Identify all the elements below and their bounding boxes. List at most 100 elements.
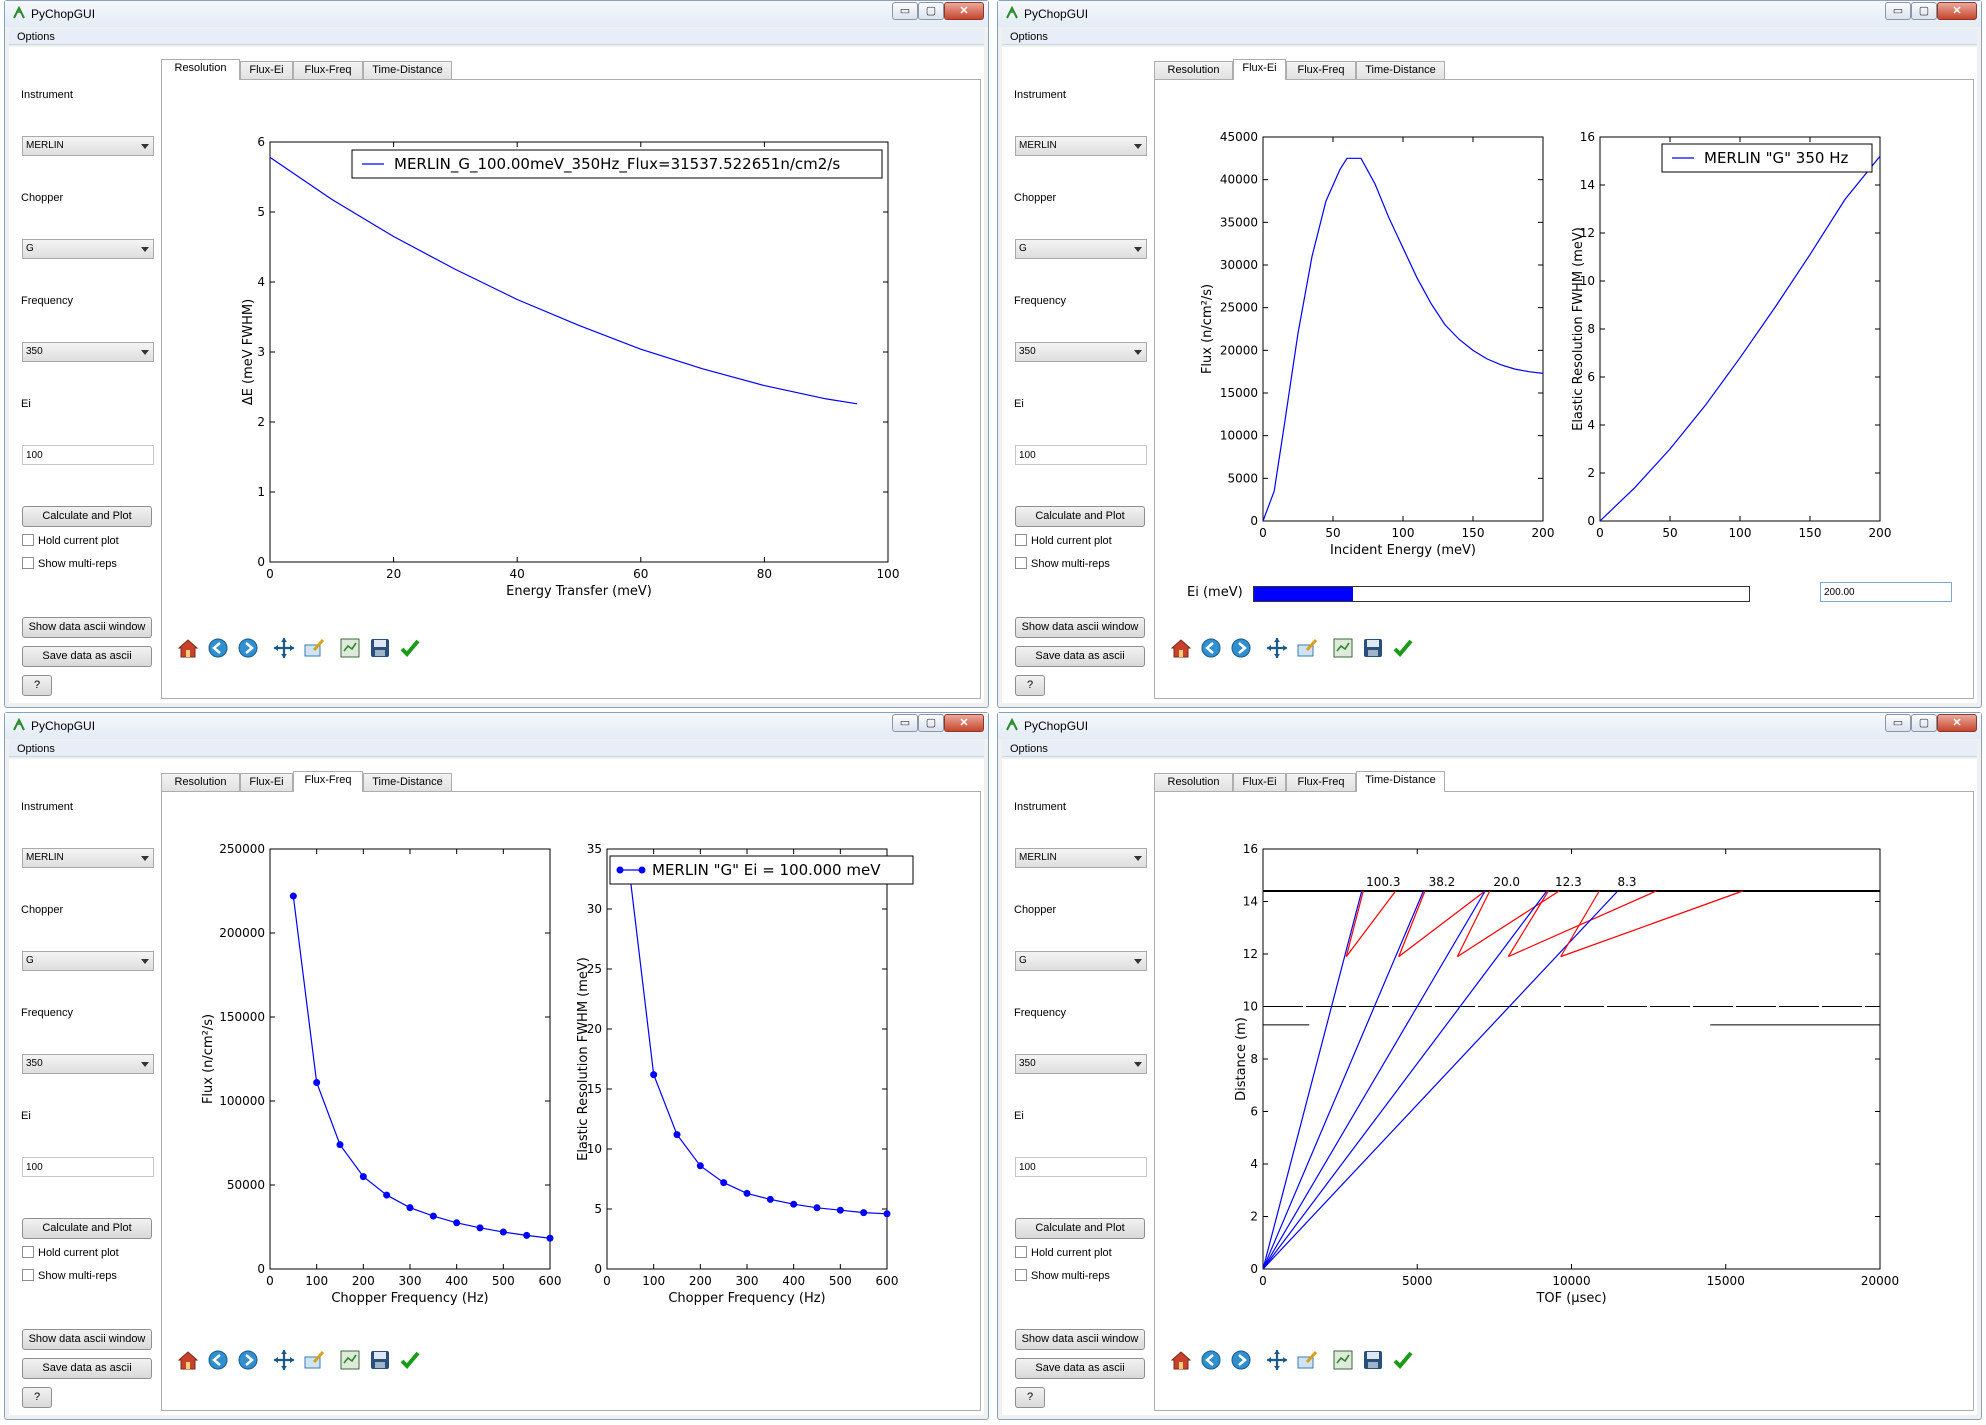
instrument-select[interactable]: MERLIN xyxy=(1015,136,1147,156)
chopper-select[interactable]: G xyxy=(1015,239,1147,259)
home-icon[interactable] xyxy=(1169,636,1193,660)
help-button[interactable]: ? xyxy=(1015,675,1045,696)
tab-flux-freq[interactable]: Flux-Freq xyxy=(293,771,363,792)
save-data-as-ascii-button[interactable]: Save data as ascii xyxy=(1015,646,1145,667)
ei-input[interactable]: 100 xyxy=(1015,445,1147,465)
menu-options[interactable]: Options xyxy=(1010,743,1048,755)
save-icon[interactable] xyxy=(368,636,392,660)
hold-current-plot-checkbox[interactable]: Hold current plot xyxy=(22,534,119,547)
frequency-select[interactable]: 350 xyxy=(1015,1054,1147,1074)
save-icon[interactable] xyxy=(1361,1348,1385,1372)
show-multi-reps-checkbox[interactable]: Show multi-reps xyxy=(22,557,117,570)
minimize-button[interactable]: ▭ xyxy=(892,2,918,20)
show-multi-reps-checkbox[interactable]: Show multi-reps xyxy=(1015,557,1110,570)
tab-resolution[interactable]: Resolution xyxy=(1154,773,1233,791)
hold-current-plot-checkbox[interactable]: Hold current plot xyxy=(22,1246,119,1259)
close-button[interactable]: ✕ xyxy=(1937,2,1977,20)
help-button[interactable]: ? xyxy=(22,1387,52,1408)
maximize-button[interactable]: ▢ xyxy=(1911,714,1937,732)
instrument-select[interactable]: MERLIN xyxy=(22,848,154,868)
menu-options[interactable]: Options xyxy=(17,743,55,755)
menu-options[interactable]: Options xyxy=(17,31,55,43)
tab-resolution[interactable]: Resolution xyxy=(1154,61,1233,79)
tab-time-distance[interactable]: Time-Distance xyxy=(363,773,452,791)
check-icon[interactable] xyxy=(398,1348,422,1372)
zoom-icon[interactable] xyxy=(302,636,326,660)
help-button[interactable]: ? xyxy=(1015,1387,1045,1408)
plot-canvas[interactable]: 0 20 40 60 80 100 0 1 2 3 4 5 6 Energy Transfer (meV)… xyxy=(162,80,982,640)
close-button[interactable]: ✕ xyxy=(1937,714,1977,732)
calculate-and-plot-button[interactable]: Calculate and Plot xyxy=(1015,506,1145,527)
zoom-icon[interactable] xyxy=(1295,1348,1319,1372)
tab-flux-ei[interactable]: Flux-Ei xyxy=(240,61,293,79)
tab-flux-freq[interactable]: Flux-Freq xyxy=(1286,61,1356,79)
help-button[interactable]: ? xyxy=(22,675,52,696)
chopper-select[interactable]: G xyxy=(1015,951,1147,971)
instrument-select[interactable]: MERLIN xyxy=(22,136,154,156)
save-icon[interactable] xyxy=(1361,636,1385,660)
frequency-select[interactable]: 350 xyxy=(1015,342,1147,362)
check-icon[interactable] xyxy=(1391,1348,1415,1372)
forward-icon[interactable] xyxy=(236,1348,260,1372)
instrument-select[interactable]: MERLIN xyxy=(1015,848,1147,868)
check-icon[interactable] xyxy=(1391,636,1415,660)
forward-icon[interactable] xyxy=(236,636,260,660)
show-data-ascii-window-button[interactable]: Show data ascii window xyxy=(22,617,152,638)
back-icon[interactable] xyxy=(206,636,230,660)
tab-flux-ei[interactable]: Flux-Ei xyxy=(1233,773,1286,791)
tab-flux-freq[interactable]: Flux-Freq xyxy=(293,61,363,79)
ei-input[interactable]: 100 xyxy=(22,1157,154,1177)
save-data-as-ascii-button[interactable]: Save data as ascii xyxy=(22,646,152,667)
pan-icon[interactable] xyxy=(272,1348,296,1372)
ei-input[interactable]: 100 xyxy=(1015,1157,1147,1177)
plot-canvas[interactable]: 0 50 100 150 2000500010000150002000025000300… xyxy=(1155,80,1975,640)
tab-flux-ei[interactable]: Flux-Ei xyxy=(1233,59,1286,80)
ei-slider-input[interactable]: 200.00 xyxy=(1820,582,1952,602)
back-icon[interactable] xyxy=(206,1348,230,1372)
show-multi-reps-checkbox[interactable]: Show multi-reps xyxy=(22,1269,117,1282)
tab-resolution[interactable]: Resolution xyxy=(161,773,240,791)
configure-icon[interactable] xyxy=(338,1348,362,1372)
back-icon[interactable] xyxy=(1199,636,1223,660)
frequency-select[interactable]: 350 xyxy=(22,1054,154,1074)
title-bar[interactable]: PyChopGUI ▭ ▢ ✕ xyxy=(5,1,988,27)
show-data-ascii-window-button[interactable]: Show data ascii window xyxy=(1015,1329,1145,1350)
save-data-as-ascii-button[interactable]: Save data as ascii xyxy=(22,1358,152,1379)
forward-icon[interactable] xyxy=(1229,636,1253,660)
home-icon[interactable] xyxy=(176,636,200,660)
title-bar[interactable]: PyChopGUI ▭ ▢ ✕ xyxy=(998,1,1981,27)
back-icon[interactable] xyxy=(1199,1348,1223,1372)
maximize-button[interactable]: ▢ xyxy=(918,714,944,732)
close-button[interactable]: ✕ xyxy=(944,2,984,20)
forward-icon[interactable] xyxy=(1229,1348,1253,1372)
home-icon[interactable] xyxy=(1169,1348,1193,1372)
show-data-ascii-window-button[interactable]: Show data ascii window xyxy=(22,1329,152,1350)
menu-options[interactable]: Options xyxy=(1010,31,1048,43)
hold-current-plot-checkbox[interactable]: Hold current plot xyxy=(1015,534,1112,547)
chopper-select[interactable]: G xyxy=(22,239,154,259)
pan-icon[interactable] xyxy=(1265,1348,1289,1372)
ei-input[interactable]: 100 xyxy=(22,445,154,465)
configure-icon[interactable] xyxy=(1331,636,1355,660)
check-icon[interactable] xyxy=(398,636,422,660)
chopper-select[interactable]: G xyxy=(22,951,154,971)
home-icon[interactable] xyxy=(176,1348,200,1372)
calculate-and-plot-button[interactable]: Calculate and Plot xyxy=(22,1218,152,1239)
plot-canvas[interactable]: 0 100 200 300 400 500 600050000100000150000200… xyxy=(162,792,982,1352)
title-bar[interactable]: PyChopGUI ▭ ▢ ✕ xyxy=(5,713,988,739)
tab-time-distance[interactable]: Time-Distance xyxy=(1356,61,1445,79)
save-icon[interactable] xyxy=(368,1348,392,1372)
plot-canvas[interactable]: 0 5000 10000 15000 20000 0 2 4 6 8 10 12 14 16 TOF (μs… xyxy=(1155,792,1975,1352)
calculate-and-plot-button[interactable]: Calculate and Plot xyxy=(1015,1218,1145,1239)
close-button[interactable]: ✕ xyxy=(944,714,984,732)
show-multi-reps-checkbox[interactable]: Show multi-reps xyxy=(1015,1269,1110,1282)
pan-icon[interactable] xyxy=(1265,636,1289,660)
configure-icon[interactable] xyxy=(1331,1348,1355,1372)
pan-icon[interactable] xyxy=(272,636,296,660)
title-bar[interactable]: PyChopGUI ▭ ▢ ✕ xyxy=(998,713,1981,739)
show-data-ascii-window-button[interactable]: Show data ascii window xyxy=(1015,617,1145,638)
minimize-button[interactable]: ▭ xyxy=(1885,714,1911,732)
ei-slider[interactable] xyxy=(1253,586,1750,602)
tab-flux-ei[interactable]: Flux-Ei xyxy=(240,773,293,791)
zoom-icon[interactable] xyxy=(302,1348,326,1372)
